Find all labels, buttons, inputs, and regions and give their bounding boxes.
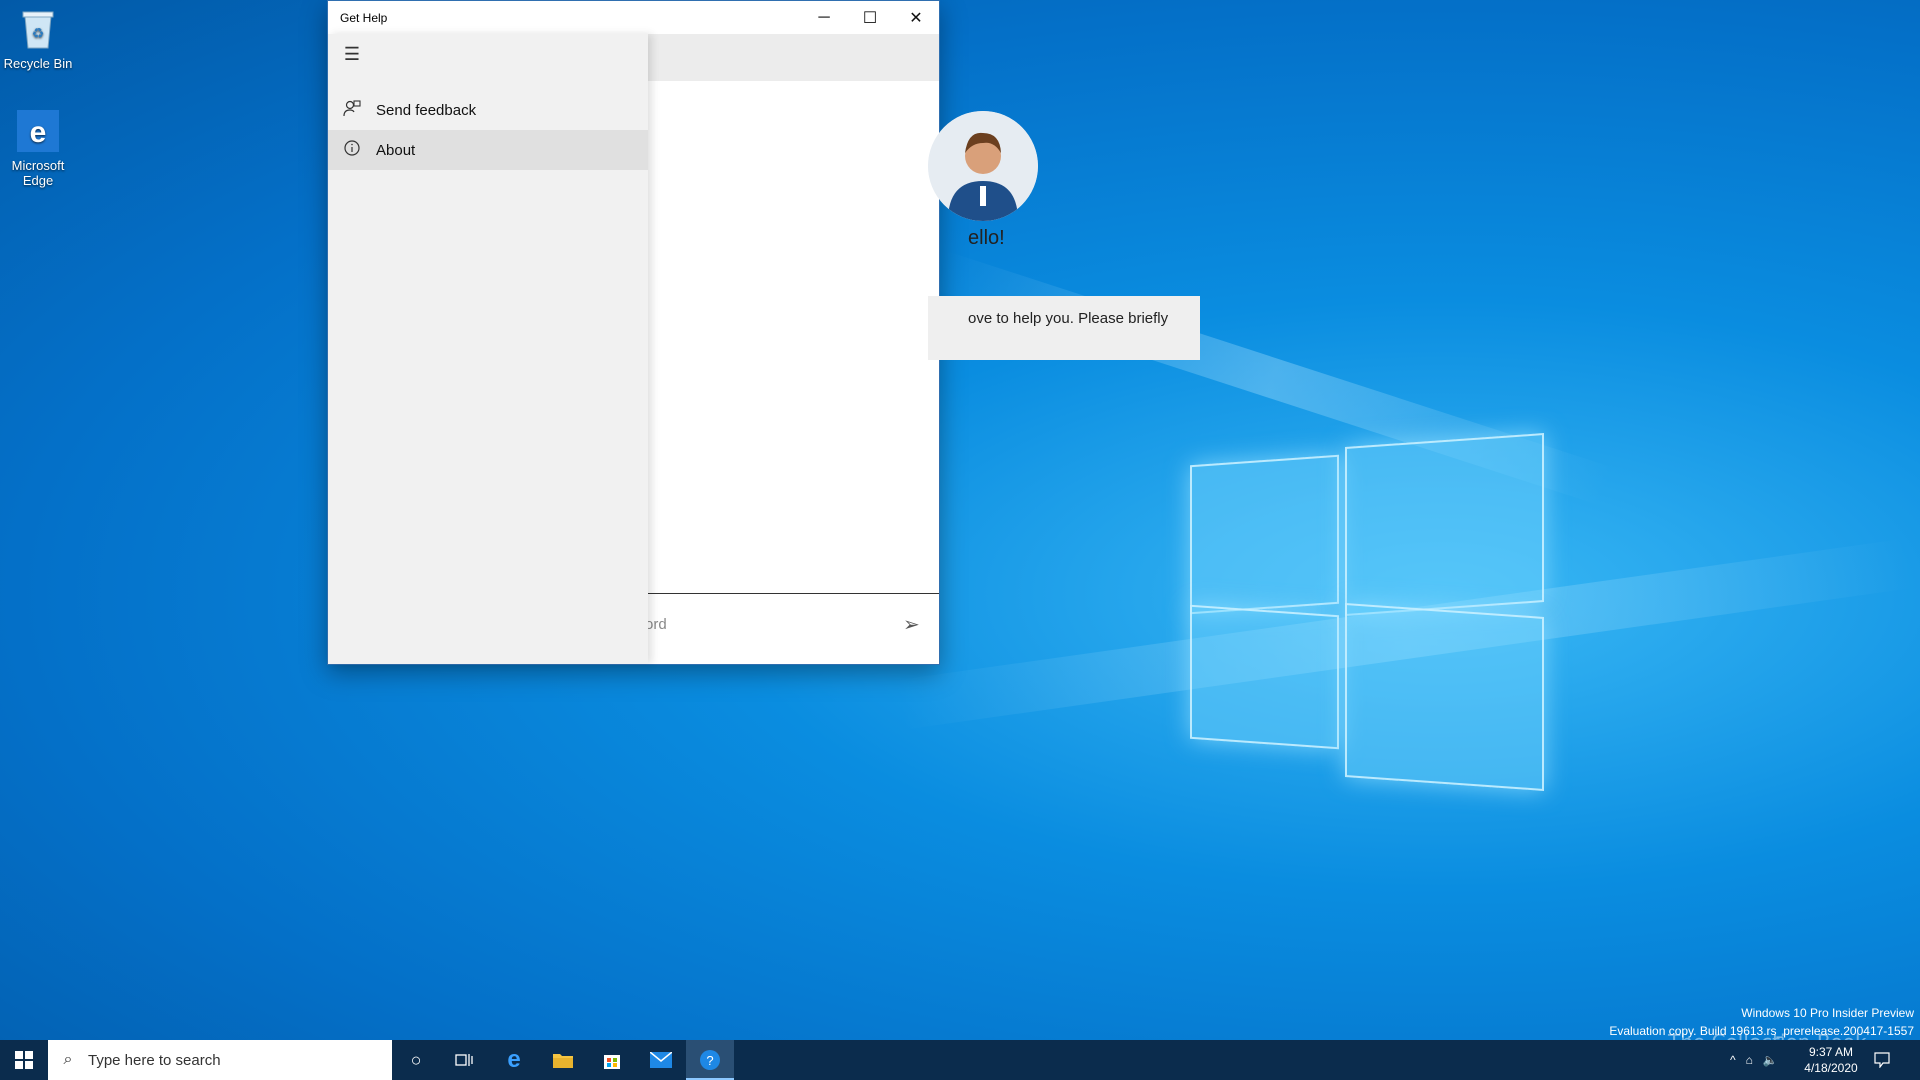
- nav-item-label: About: [376, 141, 416, 159]
- taskbar-clock[interactable]: 9:37 AM 4/18/2020: [1796, 1044, 1866, 1076]
- cortana-icon[interactable]: ○: [392, 1040, 440, 1080]
- svg-text:?: ?: [706, 1053, 713, 1068]
- nav-item-send-feedback[interactable]: Send feedback: [328, 90, 648, 130]
- nav-item-label: Send feedback: [376, 101, 477, 119]
- title-bar[interactable]: Get Help ─ ☐ ✕: [328, 1, 939, 34]
- greeting-text: ello!: [968, 227, 1005, 249]
- maximize-button[interactable]: ☐: [847, 1, 893, 34]
- taskbar-search-box[interactable]: ⌕ Type here to search: [48, 1040, 392, 1080]
- get-help-icon[interactable]: ?: [686, 1040, 734, 1080]
- minimize-button[interactable]: ─: [801, 1, 847, 34]
- chevron-up-icon[interactable]: ^: [1730, 1053, 1736, 1067]
- support-agent-avatar: [928, 111, 1038, 221]
- recycle-bin-icon: ♻: [15, 6, 61, 52]
- taskbar: ⌕ Type here to search ○ e ? ^ ⌂ 🔈 9:37 A…: [0, 1040, 1920, 1080]
- task-view-icon[interactable]: [440, 1040, 488, 1080]
- feedback-icon: [328, 99, 376, 122]
- send-icon[interactable]: ➢: [903, 612, 920, 637]
- edge-icon: e: [15, 108, 61, 154]
- system-tray: ^ ⌂ 🔈: [1730, 1040, 1778, 1080]
- desktop-icon-label: Recycle Bin: [3, 56, 73, 71]
- windows-logo-wallpaper: [1190, 420, 1550, 791]
- taskbar-search-input[interactable]: Type here to search: [88, 1052, 221, 1069]
- desktop-icon-label: Microsoft Edge: [11, 158, 65, 188]
- desktop-icon-edge[interactable]: e Microsoft Edge: [0, 108, 76, 188]
- svg-text:♻: ♻: [32, 25, 45, 41]
- file-explorer-icon[interactable]: [539, 1040, 587, 1080]
- network-icon[interactable]: ⌂: [1746, 1053, 1753, 1067]
- chat-bubble: ove to help you. Please briefly: [928, 296, 1200, 360]
- navigation-pane: ☰ Send feedback About: [328, 34, 648, 664]
- volume-icon[interactable]: 🔈: [1763, 1053, 1778, 1067]
- window-title: Get Help: [340, 11, 388, 25]
- edge-icon[interactable]: e: [490, 1040, 538, 1080]
- store-icon[interactable]: [588, 1040, 636, 1080]
- action-center-icon[interactable]: [1862, 1040, 1902, 1080]
- desktop-icon-recycle-bin[interactable]: ♻ Recycle Bin: [0, 6, 76, 71]
- chat-input[interactable]: ord: [645, 616, 667, 633]
- clock-date: 4/18/2020: [1804, 1061, 1858, 1075]
- chat-bubble-text: ove to help you. Please briefly: [968, 310, 1169, 327]
- get-help-window: Get Help ─ ☐ ✕ ello! ove to help you. Pl…: [327, 0, 1200, 665]
- info-icon: [328, 139, 376, 162]
- hamburger-menu-icon[interactable]: ☰: [328, 34, 376, 74]
- build-watermark-line1: Windows 10 Pro Insider Preview: [1741, 1006, 1914, 1020]
- mail-icon[interactable]: [637, 1040, 685, 1080]
- nav-item-about[interactable]: About: [328, 130, 648, 170]
- svg-text:e: e: [30, 116, 47, 149]
- close-button[interactable]: ✕: [893, 1, 939, 34]
- windows-start-icon: [15, 1051, 33, 1069]
- search-icon: ⌕: [63, 1051, 73, 1068]
- start-button[interactable]: [0, 1040, 48, 1080]
- clock-time: 9:37 AM: [1808, 1045, 1854, 1059]
